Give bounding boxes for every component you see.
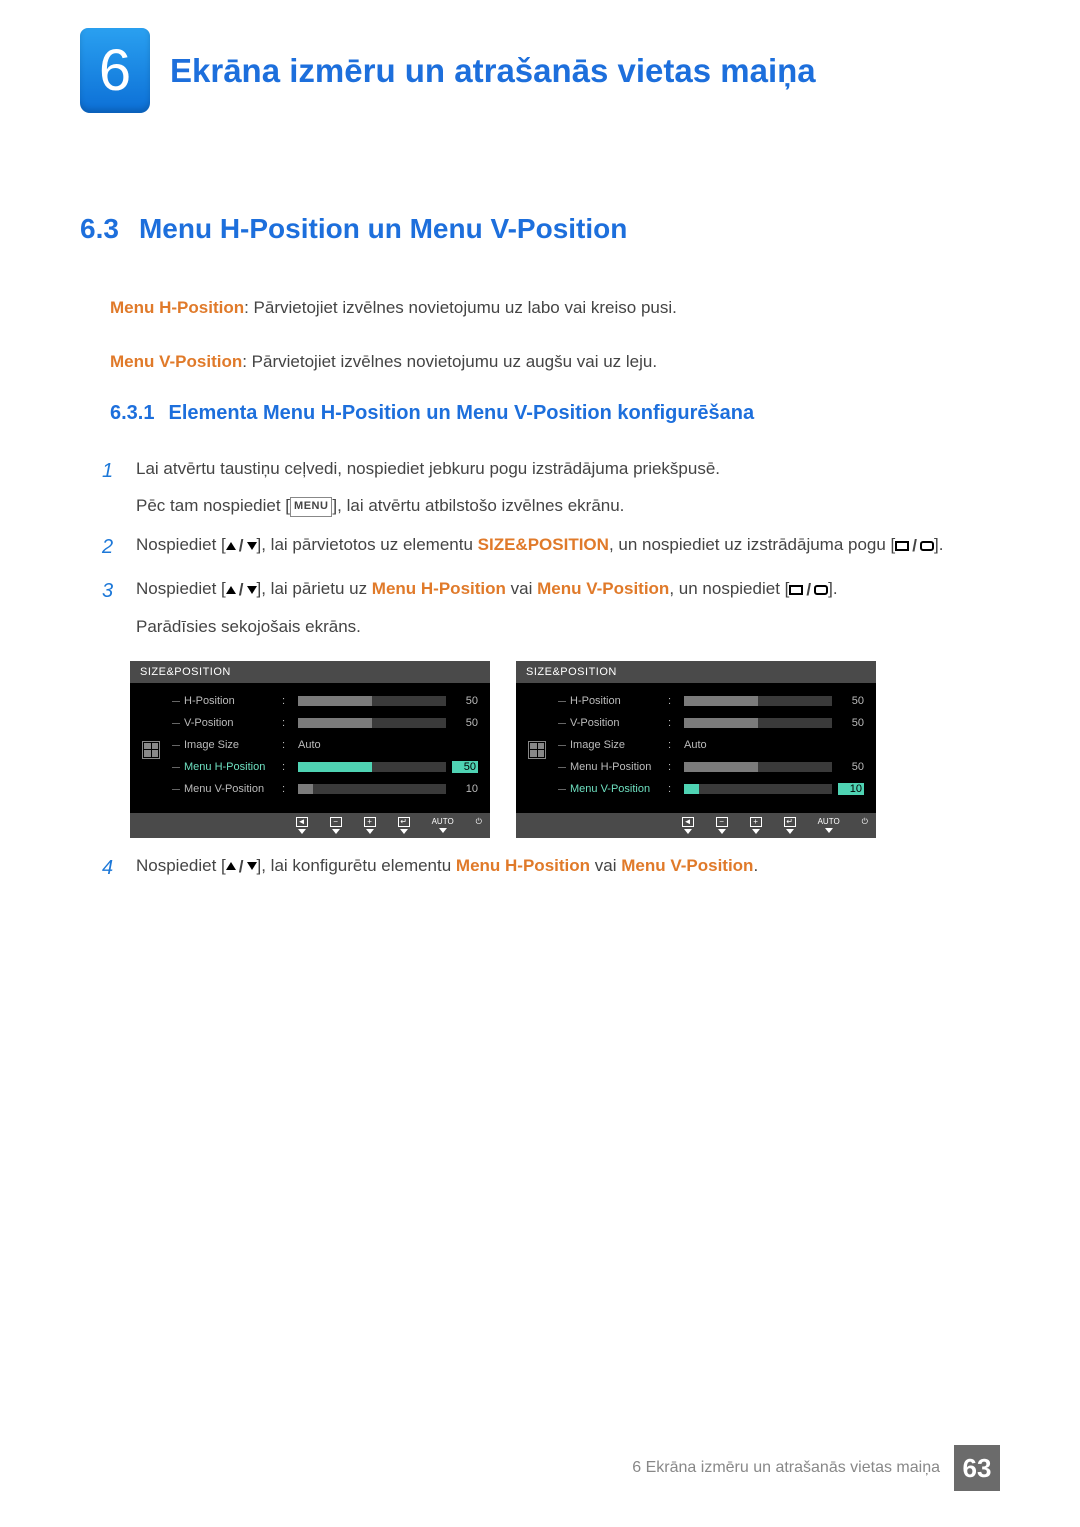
footer-plus-icon: + <box>364 817 376 827</box>
rect-enter-icon: / <box>789 576 828 603</box>
osd2-menuh-val: 50 <box>838 761 864 773</box>
footer-auto-label: AUTO <box>818 817 840 826</box>
step-3-line2: Parādīsies sekojošais ekrāns. <box>136 613 1000 640</box>
osd1-menuh-val: 50 <box>452 761 478 773</box>
osd1-menuv-val: 10 <box>452 783 478 795</box>
osd2-imgsize-val: Auto <box>684 739 707 751</box>
footer-enter-icon: ↵ <box>398 817 410 827</box>
osd-screenshots: SIZE&POSITION H-Position:50 V-Position:5… <box>130 661 1000 838</box>
definition-h-text: : Pārvietojiet izvēlnes novietojumu uz l… <box>244 298 677 317</box>
footer-enter-icon: ↵ <box>784 817 796 827</box>
step-3-pre: Nospiediet [ <box>136 579 226 598</box>
chapter-number-badge: 6 <box>80 28 150 113</box>
osd1-hpos-val: 50 <box>452 695 478 707</box>
osd2-title: SIZE&POSITION <box>516 661 876 683</box>
osd1-vpos-label: V-Position <box>172 717 282 729</box>
step-4-post: . <box>753 856 758 875</box>
osd2-imgsize-label: Image Size <box>558 739 668 751</box>
osd-panel-2: SIZE&POSITION H-Position:50 V-Position:5… <box>516 661 876 838</box>
step-3-hl2: Menu V-Position <box>537 579 669 598</box>
osd1-footer: ◄ − + ↵ AUTO ⏻ <box>130 813 490 838</box>
step-2-highlight: SIZE&POSITION <box>478 535 609 554</box>
step-2-mid: ], lai pārvietotos uz elementu <box>257 535 478 554</box>
step-1-line-a: Lai atvērtu taustiņu ceļvedi, nospiediet… <box>136 455 1000 482</box>
footer-left-icon: ◄ <box>682 817 694 827</box>
osd1-menuv-label: Menu V-Position <box>172 783 282 795</box>
osd2-menuv-val: 10 <box>838 783 864 795</box>
osd2-menuh-label: Menu H-Position <box>558 761 668 773</box>
step-3-mid1: ], lai pārietu uz <box>257 579 372 598</box>
menu-button-label: MENU <box>290 497 332 517</box>
step-2-number: 2 <box>102 531 120 563</box>
step-4-hl1: Menu H-Position <box>456 856 590 875</box>
step-3: 3 Nospiediet [/], lai pārietu uz Menu H-… <box>102 575 1000 640</box>
grid-icon <box>142 741 160 759</box>
section-title: Menu H-Position un Menu V-Position <box>139 213 627 245</box>
step-4-pre: Nospiediet [ <box>136 856 226 875</box>
footer-power-icon: ⏻ <box>476 817 482 827</box>
section-heading: 6.3 Menu H-Position un Menu V-Position <box>80 213 1000 245</box>
osd-panel-1: SIZE&POSITION H-Position:50 V-Position:5… <box>130 661 490 838</box>
step-3-post: ]. <box>828 579 837 598</box>
step-4-mid: ], lai konfigurētu elementu <box>257 856 456 875</box>
step-1-b-pre: Pēc tam nospiediet [ <box>136 496 290 515</box>
step-2: 2 Nospiediet [/], lai pārvietotos uz ele… <box>102 531 1000 563</box>
definition-v: Menu V-Position: Pārvietojiet izvēlnes n… <box>110 349 1000 375</box>
step-3-hl1: Menu H-Position <box>372 579 506 598</box>
footer-left-icon: ◄ <box>296 817 308 827</box>
osd2-menuv-label: Menu V-Position <box>558 783 668 795</box>
up-down-icon: / <box>226 576 257 603</box>
osd2-footer: ◄ − + ↵ AUTO ⏻ <box>516 813 876 838</box>
grid-icon <box>528 741 546 759</box>
step-1-number: 1 <box>102 455 120 519</box>
footer-minus-icon: − <box>330 817 342 827</box>
subsection-title: Elementa Menu H-Position un Menu V-Posit… <box>168 402 754 425</box>
chapter-title: Ekrāna izmēru un atrašanās vietas maiņa <box>170 52 816 90</box>
subsection-heading: 6.3.1 Elementa Menu H-Position un Menu V… <box>110 402 1000 425</box>
step-4-hl2: Menu V-Position <box>621 856 753 875</box>
osd2-hpos-label: H-Position <box>558 695 668 707</box>
step-2-post1: , un nospiediet uz izstrādājuma pogu [ <box>609 535 895 554</box>
chapter-header: 6 Ekrāna izmēru un atrašanās vietas maiņ… <box>80 28 1000 113</box>
step-4: 4 Nospiediet [/], lai konfigurētu elemen… <box>102 852 1000 884</box>
osd1-vpos-val: 50 <box>452 717 478 729</box>
osd1-imgsize-label: Image Size <box>172 739 282 751</box>
step-4-mid2: vai <box>590 856 621 875</box>
definition-h: Menu H-Position: Pārvietojiet izvēlnes n… <box>110 295 1000 321</box>
definition-h-term: Menu H-Position <box>110 298 244 317</box>
osd2-vpos-label: V-Position <box>558 717 668 729</box>
page-footer: 6 Ekrāna izmēru un atrašanās vietas maiņ… <box>632 1445 1000 1491</box>
step-1-b-post: ], lai atvērtu atbilstošo izvēlnes ekrān… <box>332 496 624 515</box>
subsection-number: 6.3.1 <box>110 402 154 425</box>
footer-plus-icon: + <box>750 817 762 827</box>
page-number: 63 <box>954 1445 1000 1491</box>
osd1-menuh-label: Menu H-Position <box>172 761 282 773</box>
footer-power-icon: ⏻ <box>862 817 868 827</box>
definition-v-term: Menu V-Position <box>110 352 242 371</box>
page-footer-text: 6 Ekrāna izmēru un atrašanās vietas maiņ… <box>632 1459 940 1477</box>
osd1-imgsize-val: Auto <box>298 739 321 751</box>
step-3-number: 3 <box>102 575 120 640</box>
step-1: 1 Lai atvērtu taustiņu ceļvedi, nospiedi… <box>102 455 1000 519</box>
osd1-title: SIZE&POSITION <box>130 661 490 683</box>
osd1-hpos-label: H-Position <box>172 695 282 707</box>
rect-enter-icon: / <box>895 532 934 559</box>
section-number: 6.3 <box>80 213 119 245</box>
step-2-post2: ]. <box>934 535 943 554</box>
step-3-mid2: vai <box>506 579 537 598</box>
step-2-pre: Nospiediet [ <box>136 535 226 554</box>
step-4-number: 4 <box>102 852 120 884</box>
up-down-icon: / <box>226 532 257 559</box>
definition-v-text: : Pārvietojiet izvēlnes novietojumu uz a… <box>242 352 657 371</box>
step-3-mid3: , un nospiediet [ <box>669 579 789 598</box>
osd2-vpos-val: 50 <box>838 717 864 729</box>
osd2-hpos-val: 50 <box>838 695 864 707</box>
up-down-icon: / <box>226 853 257 880</box>
footer-minus-icon: − <box>716 817 728 827</box>
footer-auto-label: AUTO <box>432 817 454 826</box>
